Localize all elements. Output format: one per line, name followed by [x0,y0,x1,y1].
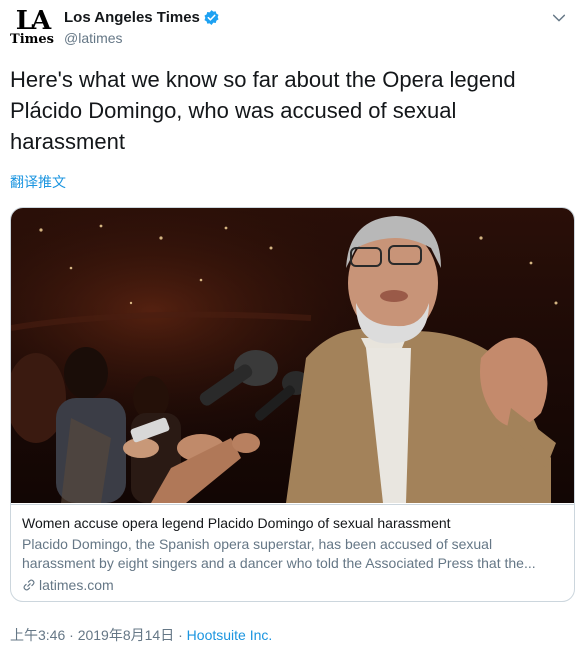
link-card[interactable]: Women accuse opera legend Placido Doming… [10,207,575,602]
meta-separator-2: · [178,627,183,643]
account-names: Los Angeles Times @latimes [64,9,220,46]
tweet-date[interactable]: 2019年8月14日 [78,627,175,643]
meta-separator: · [69,627,74,643]
card-photo [11,208,574,503]
account-handle[interactable]: @latimes [64,30,220,46]
link-icon [23,579,35,591]
more-options-chevron[interactable] [551,10,571,30]
avatar-logo-line2: Times [10,31,54,47]
card-title: Women accuse opera legend Placido Doming… [22,515,451,531]
card-description: Placido Domingo, the Spanish opera super… [22,536,536,571]
verified-badge-icon [204,9,219,25]
tweet-text: Here's what we know so far about the Ope… [10,67,516,154]
avatar[interactable]: LA Times [10,5,54,49]
translate-tweet-link[interactable]: 翻译推文 [10,172,66,192]
chevron-down-icon [552,14,566,22]
card-domain-text: latimes.com [39,577,114,593]
card-text-area: Women accuse opera legend Placido Doming… [11,504,574,601]
tweet-header: LA Times Los Angeles Times @latimes [10,5,220,49]
tweet-source-link[interactable]: Hootsuite Inc. [187,627,273,643]
tweet-meta: 上午3:46 · 2019年8月14日 · Hootsuite Inc. [10,625,272,645]
card-image [11,208,574,503]
display-name[interactable]: Los Angeles Times [64,9,200,26]
avatar-logo-line1: LA [15,5,52,36]
tweet-time[interactable]: 上午3:46 [10,627,65,643]
card-domain: latimes.com [22,576,563,594]
